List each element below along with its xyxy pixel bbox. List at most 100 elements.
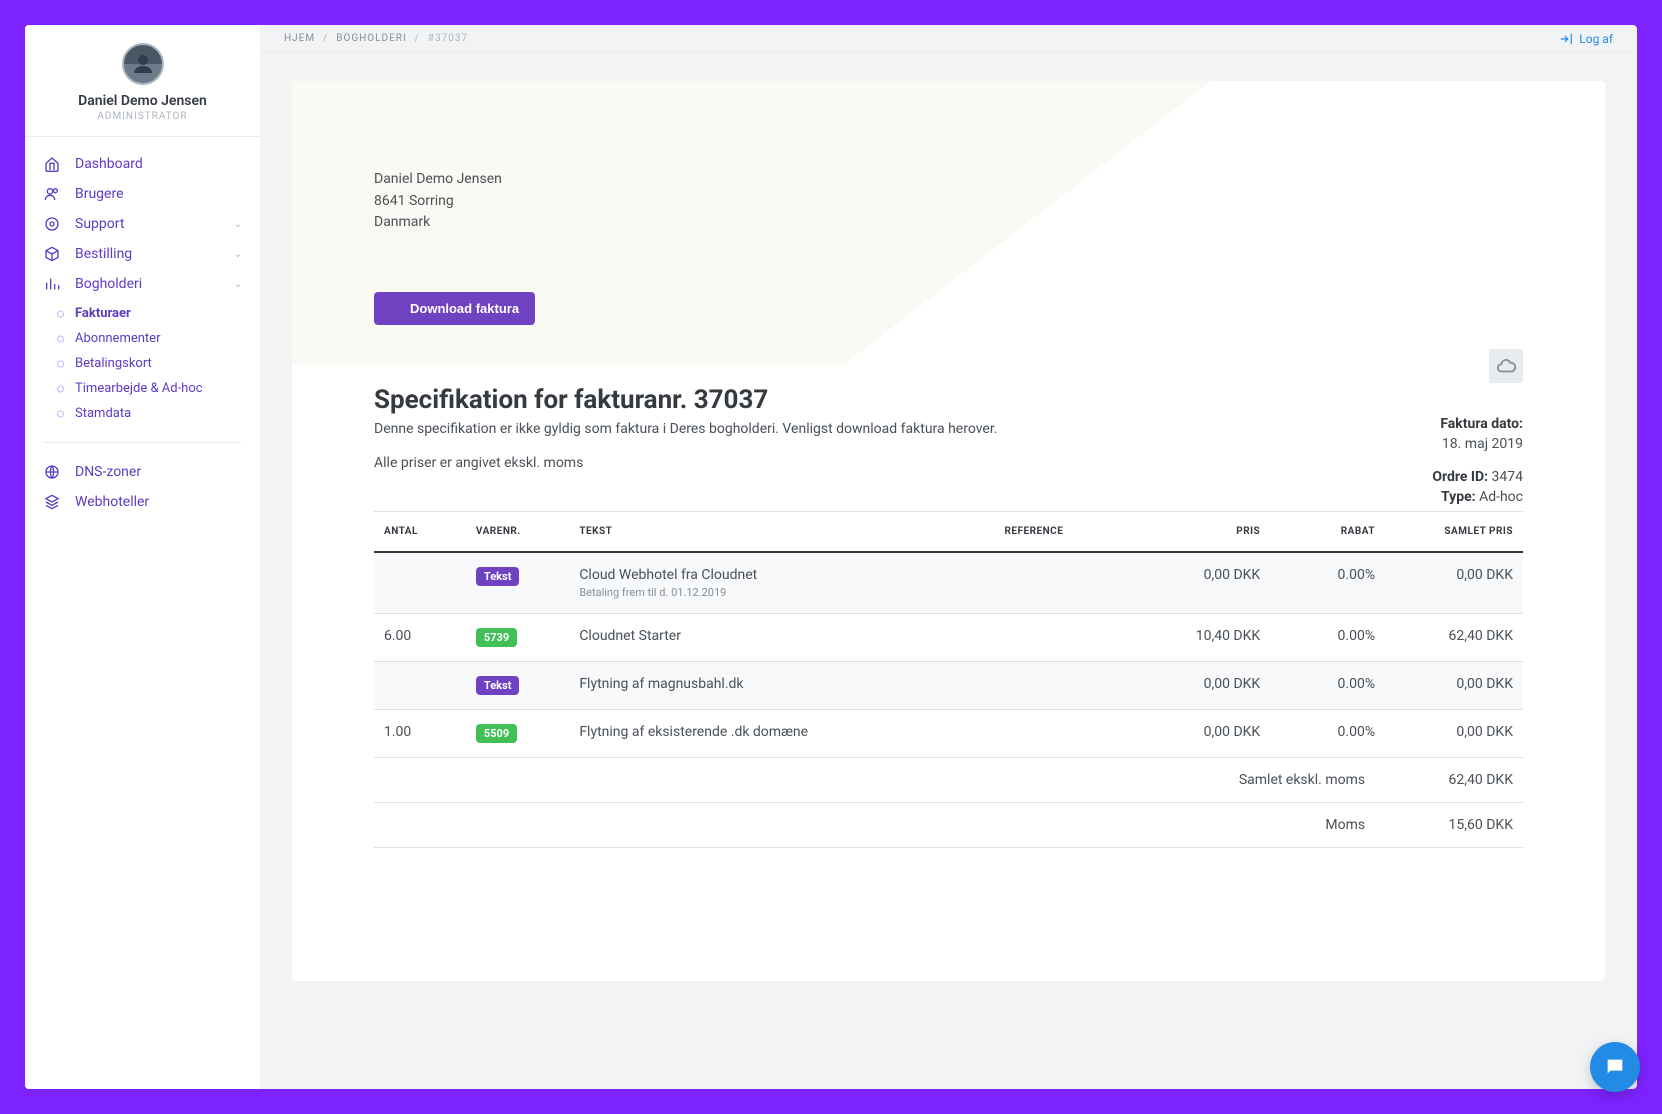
- total-label: Moms: [374, 803, 1385, 848]
- th-samlet: SAMLET PRIS: [1385, 512, 1523, 553]
- spec-title: Specifikation for fakturanr. 37037: [374, 385, 1523, 415]
- download-invoice-button[interactable]: Download faktura: [374, 292, 535, 325]
- cell-pris: 0,00 DKK: [1132, 710, 1270, 758]
- invoice-table: ANTAL VARENR. TEKST REFERENCE PRIS RABAT…: [374, 511, 1523, 848]
- cell-samlet: 0,00 DKK: [1385, 662, 1523, 710]
- table-row: 1.00 5509 Flytning af eksisterende .dk dom…: [374, 710, 1523, 758]
- cell-reference: [994, 552, 1132, 614]
- cell-antal: 1.00: [374, 710, 466, 758]
- user-name: Daniel Demo Jensen: [25, 93, 260, 109]
- chat-fab[interactable]: [1590, 1042, 1640, 1092]
- table-row: 6.005739Cloudnet Starter10,40 DKK0.00%62…: [374, 614, 1523, 662]
- breadcrumb-sep: /: [415, 33, 420, 44]
- breadcrumb-sep: /: [323, 33, 328, 44]
- cell-pris: 0,00 DKK: [1132, 552, 1270, 614]
- breadcrumb-current: #37037: [428, 33, 468, 44]
- logout-icon: [1559, 32, 1573, 46]
- sidebar-subitem-betalingskort[interactable]: Betalingskort: [25, 351, 260, 376]
- sidebar-label: Brugere: [75, 186, 124, 202]
- cell-tekst: Cloudnet Starter: [569, 614, 994, 662]
- table-row: Tekst Cloud Webhotel fra CloudnetBetaling…: [374, 552, 1523, 614]
- avatar[interactable]: [122, 43, 164, 85]
- chevron-down-icon: ⌄: [234, 249, 242, 260]
- sidebar-sublabel: Stamdata: [75, 406, 131, 421]
- support-icon: [43, 216, 61, 232]
- th-tekst: TEKST: [569, 512, 994, 553]
- sidebar-item-support[interactable]: Support ⌄: [25, 209, 260, 239]
- cell-rabat: 0.00%: [1270, 710, 1385, 758]
- chat-icon: [1604, 1056, 1626, 1078]
- cell-varenr: 5509: [466, 710, 569, 758]
- cell-tekst: Flytning af eksisterende .dk domæne: [569, 710, 994, 758]
- breadcrumb-bogholderi[interactable]: BOGHOLDERI: [336, 33, 406, 44]
- cell-samlet: 0,00 DKK: [1385, 710, 1523, 758]
- download-icon: [390, 303, 402, 315]
- cell-reference: [994, 662, 1132, 710]
- cell-samlet: 0,00 DKK: [1385, 552, 1523, 614]
- addr-country: Danmark: [374, 212, 1523, 234]
- home-icon: [43, 156, 61, 172]
- cell-pris: 10,40 DKK: [1132, 614, 1270, 662]
- cell-antal: [374, 662, 466, 710]
- spec-note: Alle priser er angivet ekskl. moms: [374, 455, 1523, 471]
- varenr-badge: 5509: [476, 724, 517, 743]
- logout-link[interactable]: Log af: [1559, 32, 1613, 46]
- cell-varenr: Tekst: [466, 552, 569, 614]
- sidebar-item-dashboard[interactable]: Dashboard: [25, 149, 260, 179]
- th-reference: REFERENCE: [994, 512, 1132, 553]
- sidebar-item-bestilling[interactable]: Bestilling ⌄: [25, 239, 260, 269]
- order-value: 3474: [1492, 469, 1523, 485]
- sidebar-subitem-stamdata[interactable]: Stamdata: [25, 401, 260, 426]
- type-value: Ad-hoc: [1479, 489, 1523, 505]
- sidebar-subitem-abonnementer[interactable]: Abonnementer: [25, 326, 260, 351]
- layers-icon: [43, 494, 61, 510]
- addr-city: 8641 Sorring: [374, 191, 1523, 213]
- sidebar-subitem-timearbejde[interactable]: Timearbejde & Ad-hoc: [25, 376, 260, 401]
- cloud-icon: [1489, 349, 1523, 383]
- sidebar-item-bogholderi[interactable]: Bogholderi ⌄: [25, 269, 260, 299]
- download-label: Download faktura: [410, 301, 519, 316]
- sidebar-label: Webhoteller: [75, 494, 149, 510]
- date-value: 18. maj 2019: [1432, 435, 1523, 455]
- cell-antal: 6.00: [374, 614, 466, 662]
- sidebar-sublabel: Abonnementer: [75, 331, 160, 346]
- table-row: TekstFlytning af magnusbahl.dk0,00 DKK0.…: [374, 662, 1523, 710]
- invoice-meta: Faktura dato: 18. maj 2019 Ordre ID: 347…: [1432, 349, 1523, 507]
- sidebar-item-dns[interactable]: DNS-zoner: [25, 457, 260, 487]
- cell-tekst: Cloud Webhotel fra CloudnetBetaling frem…: [569, 552, 994, 614]
- package-icon: [43, 246, 61, 262]
- cell-pris: 0,00 DKK: [1132, 662, 1270, 710]
- profile-section: Daniel Demo Jensen ADMINISTRATOR: [25, 25, 260, 137]
- sidebar-label: Support: [75, 216, 124, 232]
- sidebar-sublabel: Fakturaer: [75, 306, 131, 321]
- chevron-down-icon: ⌄: [234, 279, 242, 290]
- sidebar-sublabel: Timearbejde & Ad-hoc: [75, 381, 203, 396]
- sidebar-label: Dashboard: [75, 156, 143, 172]
- varenr-badge: 5739: [476, 628, 517, 647]
- user-role: ADMINISTRATOR: [25, 111, 260, 122]
- users-icon: [43, 186, 61, 202]
- total-row: Moms15,60 DKK: [374, 803, 1523, 848]
- total-label: Samlet ekskl. moms: [374, 758, 1385, 803]
- cell-tekst: Flytning af magnusbahl.dk: [569, 662, 994, 710]
- sidebar-label: Bestilling: [75, 246, 132, 262]
- cell-subtext: Betaling frem til d. 01.12.2019: [579, 586, 984, 599]
- th-rabat: RABAT: [1270, 512, 1385, 553]
- varenr-badge: Tekst: [476, 567, 520, 586]
- sidebar-sublabel: Betalingskort: [75, 356, 152, 371]
- varenr-badge: Tekst: [476, 676, 520, 695]
- breadcrumb-hjem[interactable]: HJEM: [284, 33, 315, 44]
- cell-varenr: Tekst: [466, 662, 569, 710]
- th-pris: PRIS: [1132, 512, 1270, 553]
- order-label: Ordre ID:: [1432, 469, 1488, 485]
- chart-icon: [43, 276, 61, 292]
- invoice-card: Daniel Demo Jensen 8641 Sorring Danmark …: [292, 81, 1605, 981]
- sidebar-subitem-fakturaer[interactable]: Fakturaer: [25, 301, 260, 326]
- cell-reference: [994, 614, 1132, 662]
- sidebar-item-webhoteller[interactable]: Webhoteller: [25, 487, 260, 517]
- sidebar-label: Bogholderi: [75, 276, 142, 292]
- cell-antal: [374, 552, 466, 614]
- chevron-down-icon: ⌄: [234, 219, 242, 230]
- total-value: 62,40 DKK: [1385, 758, 1523, 803]
- sidebar-item-brugere[interactable]: Brugere: [25, 179, 260, 209]
